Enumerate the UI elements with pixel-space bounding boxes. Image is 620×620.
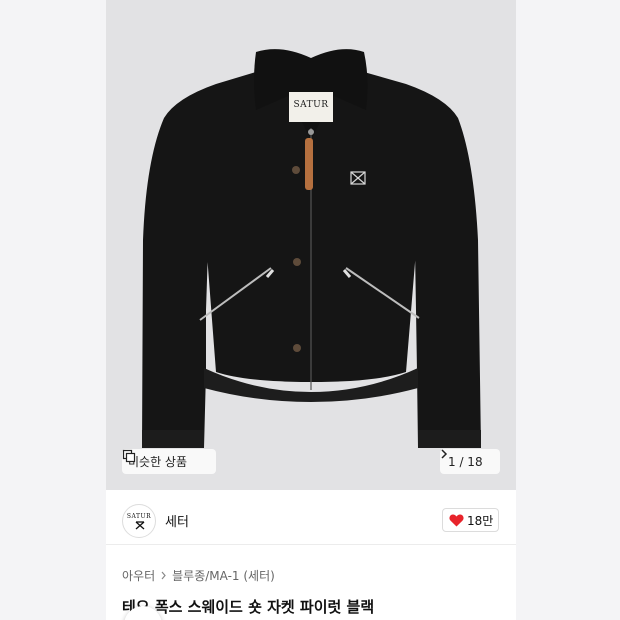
similar-products-label: 비슷한 상품 bbox=[128, 455, 188, 469]
breadcrumb-item-blouson[interactable]: 블루종/MA-1 (세터) bbox=[172, 567, 275, 584]
page: SATUR 비슷한 상품 1 / 18 SATUR 세터 18만 아우터 블루종… bbox=[0, 0, 620, 620]
similar-products-icon bbox=[122, 449, 136, 463]
image-counter[interactable]: 1 / 18 bbox=[440, 449, 500, 474]
chevron-right-icon bbox=[161, 571, 166, 580]
product-detail: SATUR 비슷한 상품 1 / 18 SATUR 세터 18만 아우터 블루종… bbox=[106, 0, 516, 620]
breadcrumb-item-outer[interactable]: 아우터 bbox=[122, 567, 155, 584]
like-button[interactable]: 18만 bbox=[442, 508, 499, 532]
breadcrumb: 아우터 블루종/MA-1 (세터) bbox=[122, 567, 275, 584]
jacket-illustration bbox=[142, 49, 481, 448]
image-counter-text: 1 / 18 bbox=[448, 454, 483, 469]
brand-name[interactable]: 세터 bbox=[165, 511, 189, 530]
product-image[interactable]: SATUR 비슷한 상품 1 / 18 bbox=[106, 0, 516, 490]
brand-row[interactable]: SATUR 세터 18만 bbox=[106, 497, 516, 545]
heart-icon bbox=[449, 514, 464, 526]
chevron-right-icon bbox=[441, 449, 448, 459]
like-count: 18만 bbox=[467, 513, 494, 528]
brand-logo[interactable]: SATUR bbox=[122, 504, 156, 538]
similar-products-button[interactable]: 비슷한 상품 bbox=[122, 449, 216, 474]
brand-logo-text: SATUR bbox=[126, 513, 152, 520]
collar-patch-label: SATUR bbox=[293, 100, 329, 110]
brand-emblem-icon bbox=[135, 521, 145, 530]
product-title: 테오 폭스 스웨이드 숏 자켓 파이럿 블랙 bbox=[122, 598, 375, 616]
